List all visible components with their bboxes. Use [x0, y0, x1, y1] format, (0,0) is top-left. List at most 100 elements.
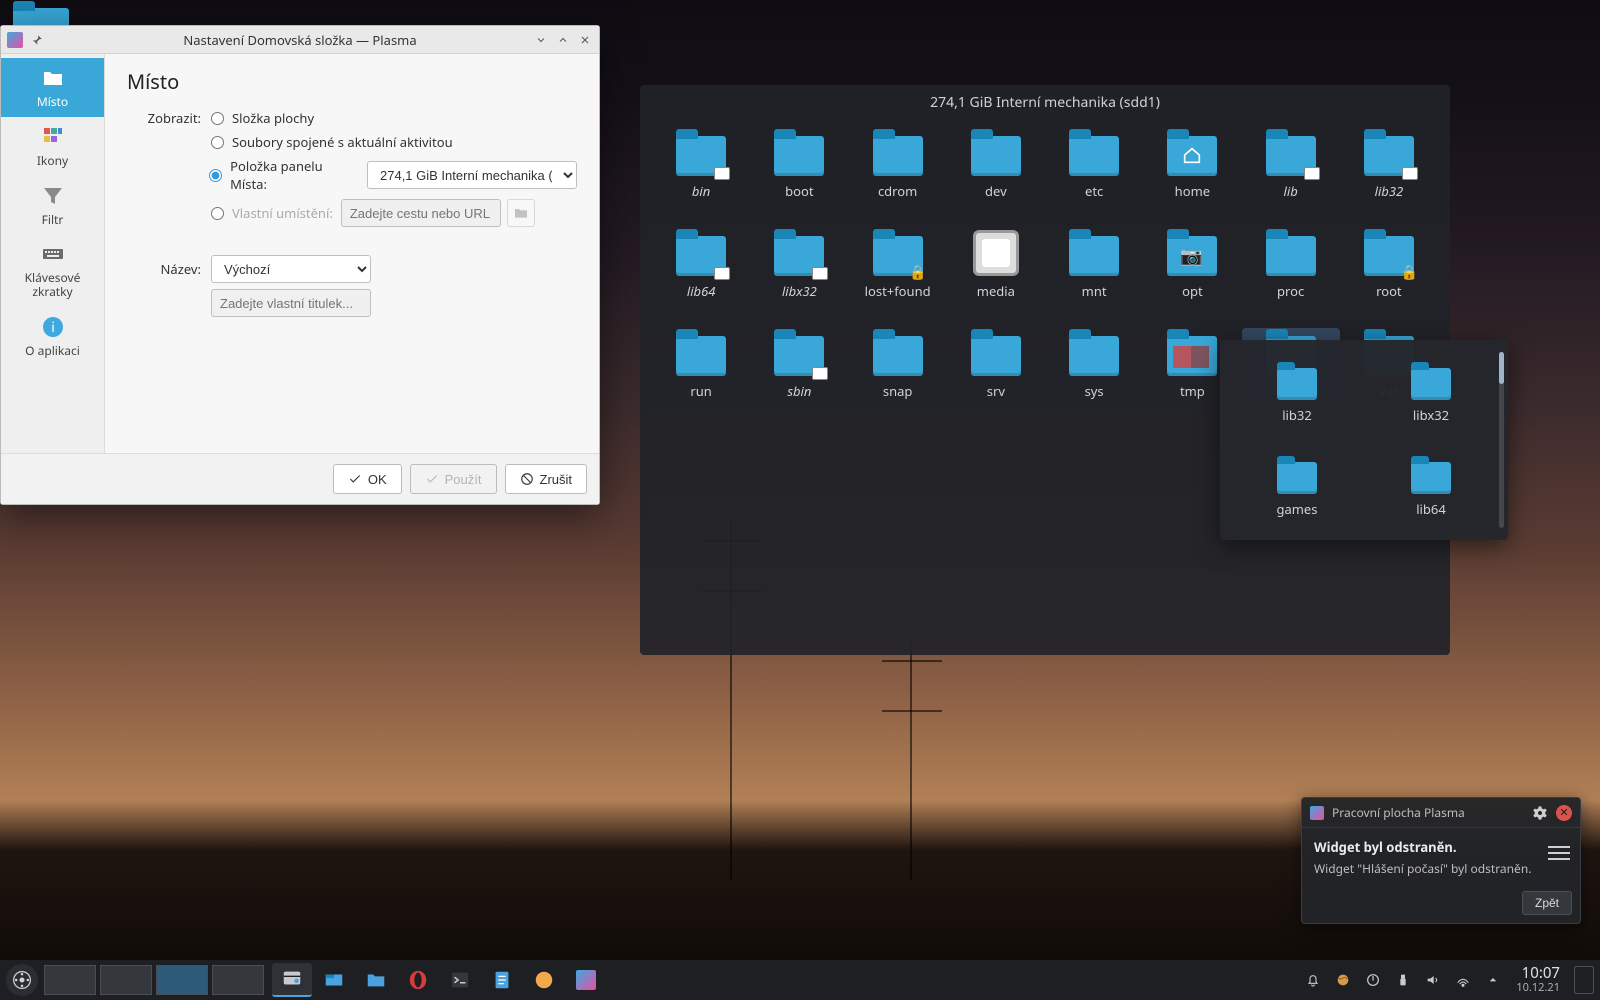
folder-item-proc[interactable]: proc	[1242, 228, 1340, 300]
task-text-editor[interactable]	[482, 963, 522, 997]
show-label: Zobrazit:	[127, 109, 211, 127]
folder-item-etc[interactable]: etc	[1045, 128, 1143, 200]
custom-title-input[interactable]	[211, 289, 371, 317]
folder-icon	[676, 236, 726, 276]
taskbar-clock[interactable]: 10:07 10.12.21	[1508, 966, 1568, 993]
popup-folder-lib64[interactable]: lib64	[1364, 446, 1498, 518]
titlebar[interactable]: Nastavení Domovská složka — Plasma	[1, 26, 599, 54]
virtual-desktop-1[interactable]	[44, 965, 96, 995]
show-desktop-button[interactable]	[1574, 966, 1594, 994]
folder-icon	[971, 336, 1021, 376]
folder-item-sbin[interactable]: sbin	[750, 328, 848, 400]
maximize-icon[interactable]	[555, 32, 571, 48]
notification: Pracovní plocha Plasma ✕ Widget byl odst…	[1301, 797, 1581, 924]
globe-icon[interactable]	[1334, 971, 1352, 989]
popup-folder-lib32[interactable]: lib32	[1230, 352, 1364, 424]
radio-activity-files[interactable]: Soubory spojené s aktuální aktivitou	[211, 133, 453, 151]
task-opera[interactable]	[398, 963, 438, 997]
popup-folder-games[interactable]: games	[1230, 446, 1364, 518]
virtual-desktop-4[interactable]	[212, 965, 264, 995]
app-icon	[7, 32, 23, 48]
browse-folder-icon[interactable]	[507, 199, 535, 227]
folder-label: libx32	[1364, 406, 1498, 424]
app-launcher[interactable]	[6, 964, 38, 996]
folder-label: libx32	[750, 282, 848, 300]
folder-item-bin[interactable]: bin	[652, 128, 750, 200]
places-select[interactable]: 274,1 GiB Interní mechanika (sdd1)	[367, 161, 577, 189]
task-plasma[interactable]	[566, 963, 606, 997]
folder-icon	[1411, 368, 1451, 400]
folder-label: lib	[1242, 182, 1340, 200]
radio-desktop-folder[interactable]: Složka plochy	[211, 109, 314, 127]
folderview-popup[interactable]: lib32libx32 gameslib64	[1220, 340, 1508, 540]
folder-icon	[971, 136, 1021, 176]
folder-item-lib64[interactable]: lib64	[652, 228, 750, 300]
folder-item-lib[interactable]: lib	[1242, 128, 1340, 200]
task-dolphin[interactable]	[356, 963, 396, 997]
section-heading: Místo	[127, 68, 577, 95]
folder-item-mnt[interactable]: mnt	[1045, 228, 1143, 300]
popup-scrollbar[interactable]	[1499, 352, 1504, 528]
notification-close-icon[interactable]: ✕	[1556, 805, 1572, 821]
tray-expand-icon[interactable]	[1484, 971, 1502, 989]
folder-item-sys[interactable]: sys	[1045, 328, 1143, 400]
radio-places-item[interactable]: Položka panelu Místa:	[209, 157, 359, 193]
task-settings[interactable]	[272, 963, 312, 997]
settings-dialog: Nastavení Domovská složka — Plasma Místo…	[0, 25, 600, 505]
task-updater[interactable]	[524, 963, 564, 997]
folder-item-lib32[interactable]: lib32	[1340, 128, 1438, 200]
folder-item-srv[interactable]: srv	[947, 328, 1045, 400]
custom-path-input[interactable]	[341, 199, 501, 227]
folder-label: mnt	[1045, 282, 1143, 300]
folder-item-boot[interactable]: boot	[750, 128, 848, 200]
usb-icon[interactable]	[1394, 971, 1412, 989]
folder-item-root[interactable]: root	[1340, 228, 1438, 300]
folder-item-run[interactable]: run	[652, 328, 750, 400]
task-terminal[interactable]	[440, 963, 480, 997]
folder-label: lib32	[1230, 406, 1364, 424]
sidebar-item-shortcuts[interactable]: Klávesové zkratky	[1, 234, 104, 307]
undo-button[interactable]: Zpět	[1522, 891, 1572, 915]
folder-item-cdrom[interactable]: cdrom	[849, 128, 947, 200]
folder-item-opt[interactable]: opt	[1143, 228, 1241, 300]
folder-icon	[774, 136, 824, 176]
notification-settings-icon[interactable]	[1532, 805, 1548, 821]
folder-item-libx32[interactable]: libx32	[750, 228, 848, 300]
close-icon[interactable]	[577, 32, 593, 48]
folder-label: lost+found	[849, 282, 947, 300]
sidebar-item-location[interactable]: Místo	[1, 58, 104, 117]
task-file-manager[interactable]	[314, 963, 354, 997]
folder-icon	[1069, 236, 1119, 276]
radio-custom-path[interactable]: Vlastní umístění:	[211, 204, 333, 222]
keyboard-icon	[5, 240, 100, 268]
network-icon[interactable]	[1454, 971, 1472, 989]
pin-icon[interactable]	[29, 32, 45, 48]
popup-folder-libx32[interactable]: libx32	[1364, 352, 1498, 424]
power-icon[interactable]	[1364, 971, 1382, 989]
notifications-icon[interactable]	[1304, 971, 1322, 989]
sidebar-item-about[interactable]: i O aplikaci	[1, 307, 104, 366]
ok-button[interactable]: OK	[333, 464, 402, 494]
sidebar-item-icons[interactable]: Ikony	[1, 117, 104, 176]
folder-icon	[873, 336, 923, 376]
folder-item-home[interactable]: home	[1143, 128, 1241, 200]
virtual-desktop-3[interactable]	[156, 965, 208, 995]
volume-icon[interactable]	[1424, 971, 1442, 989]
plasma-icon	[1310, 806, 1324, 820]
virtual-desktop-2[interactable]	[100, 965, 152, 995]
notification-drag-icon[interactable]	[1548, 842, 1570, 864]
title-mode-select[interactable]: Výchozí	[211, 255, 371, 283]
folder-label: bin	[652, 182, 750, 200]
sidebar-item-filter[interactable]: Filtr	[1, 176, 104, 235]
folder-label: snap	[849, 382, 947, 400]
apply-button: Použít	[410, 464, 497, 494]
folder-item-lostfound[interactable]: lost+found	[849, 228, 947, 300]
minimize-icon[interactable]	[533, 32, 549, 48]
cancel-button[interactable]: Zrušit	[505, 464, 588, 494]
folder-icon	[873, 236, 923, 276]
folder-label: sbin	[750, 382, 848, 400]
folder-item-dev[interactable]: dev	[947, 128, 1045, 200]
folder-item-media[interactable]: media	[947, 228, 1045, 300]
folder-icon	[1277, 462, 1317, 494]
folder-item-snap[interactable]: snap	[849, 328, 947, 400]
